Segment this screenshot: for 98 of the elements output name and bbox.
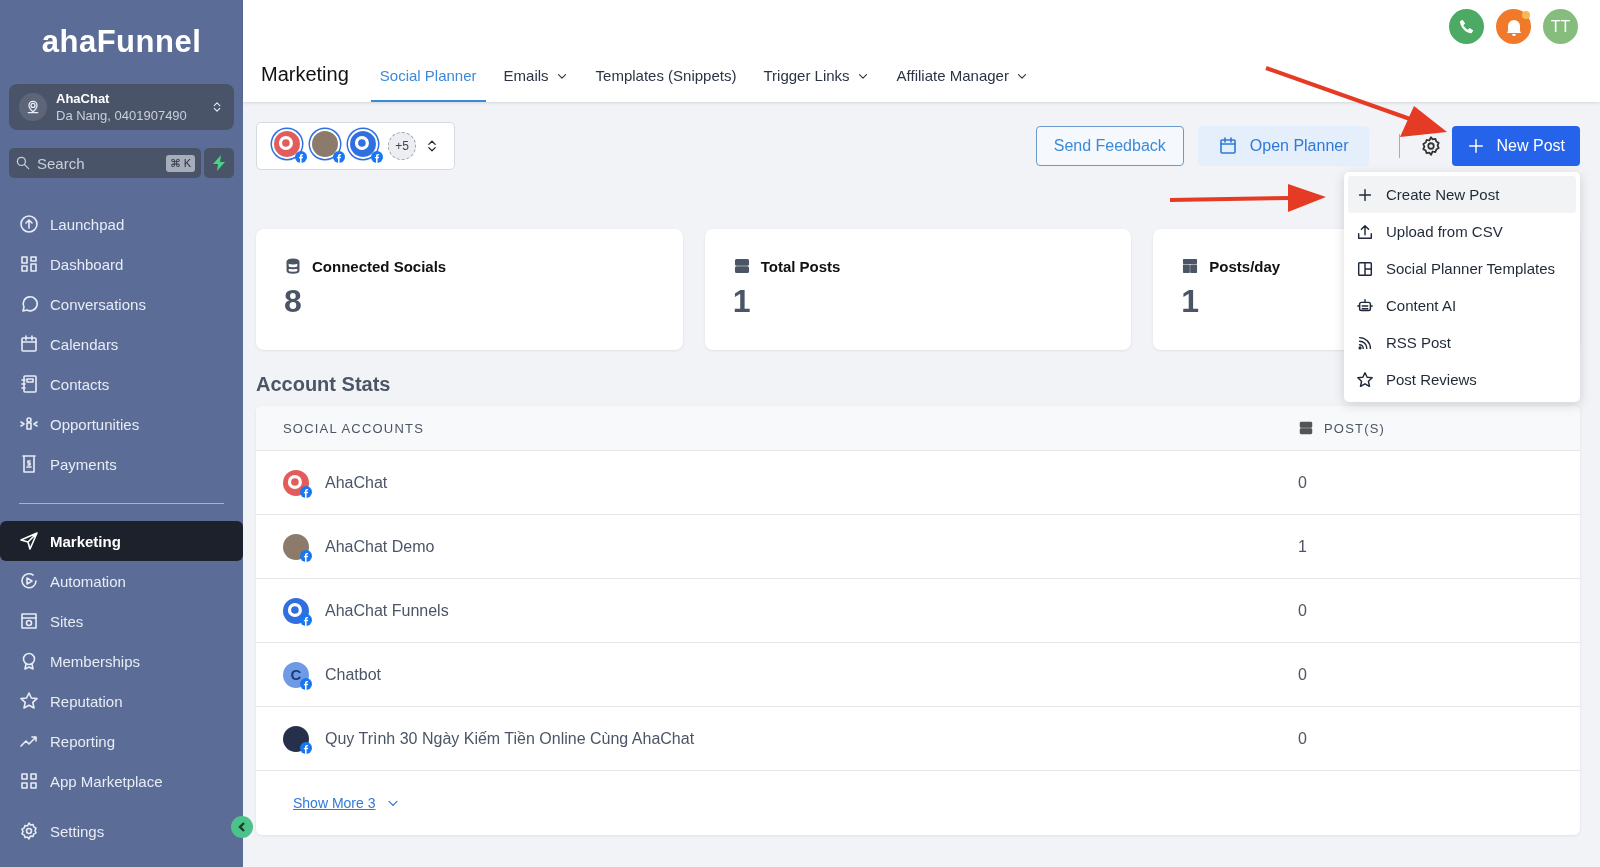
plus-icon [1466, 137, 1485, 155]
account-name: AhaChat [56, 91, 111, 106]
nav-item[interactable]: Launchpad [9, 204, 234, 244]
nav-item[interactable]: Automation [0, 561, 243, 601]
account-switcher[interactable]: AhaChat Da Nang, 0401907490 [9, 84, 234, 130]
column-header: POST(S) [1324, 420, 1386, 436]
database-icon [284, 257, 302, 275]
account-name: AhaChat Demo [325, 537, 435, 556]
nav-item[interactable]: Contacts [9, 364, 234, 404]
nav-tab[interactable]: Affiliate Manager [887, 67, 1038, 102]
nav-item[interactable]: Reputation [0, 681, 243, 721]
account-name: Quy Trình 30 Ngày Kiếm Tiền Online Cùng AhaChat [325, 729, 695, 748]
server-icon [732, 257, 751, 275]
nav-tab[interactable]: Emails [494, 67, 578, 102]
facebook-badge-icon [300, 485, 312, 498]
send-icon [19, 531, 39, 551]
settings-icon [1419, 135, 1442, 157]
logo: ahaFunnel [40, 24, 203, 60]
more-accounts-badge: +5 [388, 132, 416, 160]
stat-value: 1 [1181, 283, 1200, 320]
nav-item[interactable]: Memberships [0, 641, 243, 681]
nav-item[interactable]: Calendars [9, 324, 234, 364]
chat-bubble-icon [19, 294, 39, 314]
chevron-left-icon [236, 821, 248, 833]
post-count: 0 [1298, 665, 1307, 684]
apps-grid-icon [19, 771, 39, 791]
menu-item[interactable]: Social Planner Templates [1348, 250, 1576, 287]
nav-item[interactable]: Reporting [0, 721, 243, 761]
location-pin-icon [25, 99, 41, 115]
nav-item[interactable]: Conversations [9, 284, 234, 324]
search-field[interactable]: Search ⌘ K [9, 148, 201, 178]
website-icon [19, 611, 39, 631]
play-circle-icon [19, 571, 39, 591]
quick-action-button[interactable] [204, 148, 234, 178]
facebook-badge-icon [300, 549, 312, 562]
account-name: AhaChat Funnels [325, 601, 449, 620]
new-post-button[interactable]: New Post [1451, 126, 1580, 166]
search-icon [15, 155, 31, 171]
calendar-icon [1217, 136, 1238, 156]
nav-item[interactable]: App Marketplace [0, 761, 243, 801]
nav-item[interactable]: Payments [9, 444, 234, 484]
stat-value: 8 [284, 283, 302, 320]
table-icon [1181, 257, 1200, 275]
nav-tab[interactable]: Trigger Links [754, 67, 879, 102]
stat-label: Posts/day [1209, 257, 1281, 275]
facebook-badge-icon [300, 741, 312, 754]
phone-icon [1457, 17, 1476, 36]
stat-label: Connected Socials [312, 257, 447, 275]
account-name: Chatbot [325, 665, 382, 684]
page-title: Marketing [261, 63, 349, 86]
facebook-badge-icon [295, 151, 307, 163]
shortcut-key: ⌘ K [165, 154, 195, 172]
account-selector[interactable]: +5 [256, 122, 455, 170]
upload-icon [1356, 222, 1374, 241]
post-count: 0 [1298, 729, 1307, 748]
nav-tab[interactable]: Templates (Snippets) [586, 67, 746, 102]
grid-icon [19, 254, 39, 274]
star-icon [19, 691, 39, 711]
menu-item[interactable]: Upload from CSV [1348, 213, 1576, 250]
letter-avatar: C [283, 661, 309, 688]
collapse-sidebar-button[interactable] [231, 816, 253, 838]
stat-value: 1 [732, 283, 751, 320]
facebook-badge-icon [371, 151, 383, 163]
nav-tab[interactable]: Social Planner [370, 67, 486, 102]
phone-button[interactable] [1449, 9, 1484, 44]
search-placeholder: Search [37, 154, 86, 172]
send-feedback-button[interactable]: Send Feedback [1035, 126, 1184, 166]
nav-item[interactable]: Sites [0, 601, 243, 641]
settings-icon [19, 821, 39, 841]
calendar-icon [19, 334, 39, 354]
stat-label: Total Posts [760, 257, 841, 275]
layout-icon [1356, 259, 1374, 278]
facebook-badge-icon [300, 677, 312, 690]
menu-item[interactable]: RSS Post [1348, 324, 1576, 361]
menu-item[interactable]: Post Reviews [1348, 361, 1576, 398]
nav-item[interactable]: Opportunities [9, 404, 234, 444]
show-more-link[interactable]: Show More 3 [293, 795, 376, 811]
menu-item[interactable]: Content AI [1348, 287, 1576, 324]
section-title: Account Stats [256, 373, 391, 396]
account-detail: Da Nang, 0401907490 [56, 108, 188, 123]
nav-item[interactable]: Settings [9, 811, 234, 851]
receipt-icon [19, 454, 39, 474]
server-icon [1298, 420, 1314, 436]
post-count: 1 [1298, 537, 1307, 556]
facebook-badge-icon [300, 613, 312, 626]
open-planner-button[interactable]: Open Planner [1197, 126, 1369, 166]
facebook-badge-icon [333, 151, 345, 163]
account-name: AhaChat [325, 473, 388, 492]
star-icon [1356, 370, 1374, 389]
post-count: 0 [1298, 601, 1307, 620]
contact-book-icon [19, 374, 39, 394]
nav-item[interactable]: Dashboard [9, 244, 234, 284]
nav-item[interactable]: Marketing [0, 521, 243, 561]
menu-item[interactable]: Create New Post [1348, 176, 1576, 213]
column-header: SOCIAL ACCOUNTS [283, 420, 425, 436]
notifications-button[interactable] [1496, 9, 1531, 44]
post-count: 0 [1298, 473, 1307, 492]
lightning-icon [212, 155, 226, 171]
